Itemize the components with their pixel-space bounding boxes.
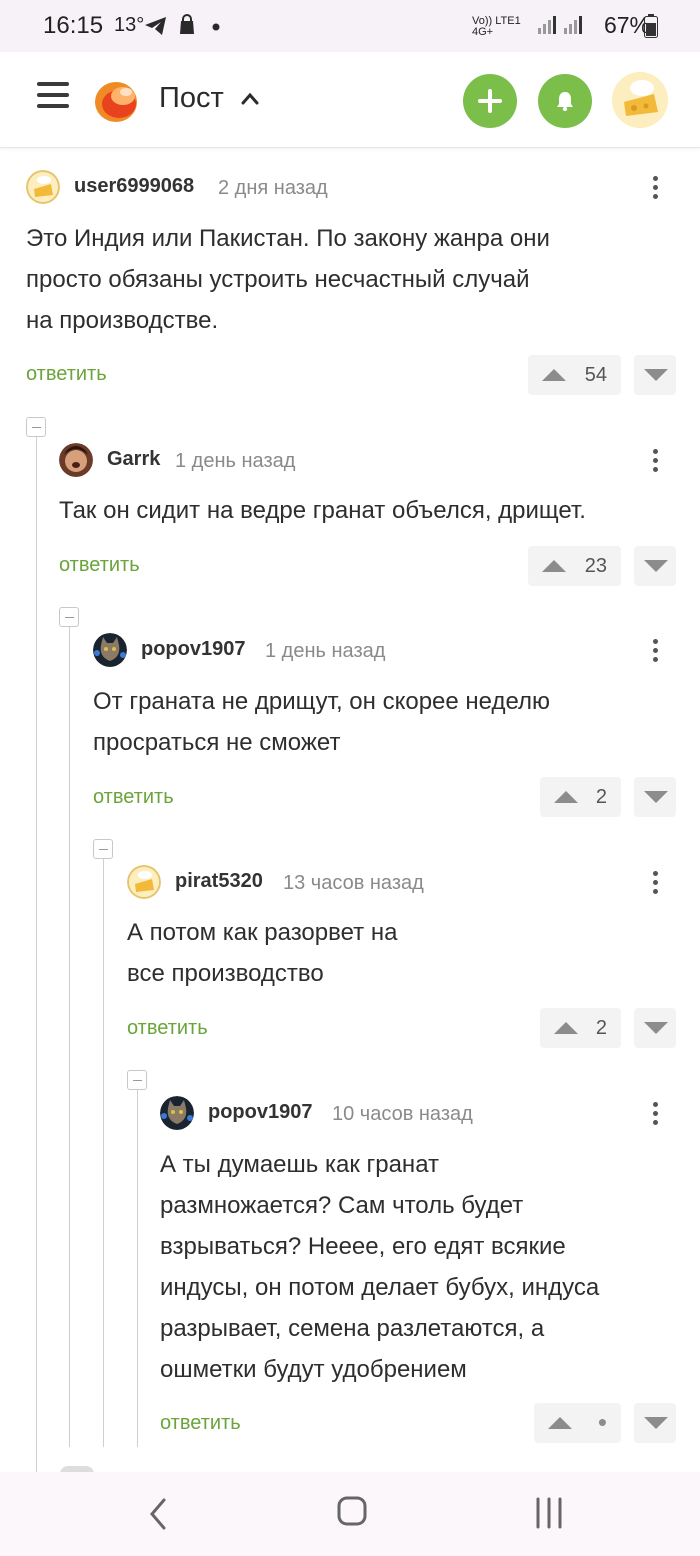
plus-icon (478, 89, 502, 113)
user-avatar[interactable] (612, 72, 668, 128)
thread-line (69, 627, 70, 1447)
status-bar: 16:15 13° Vo)) LTE1 4G+ 67% (0, 0, 700, 52)
arrow-up-icon (554, 1022, 578, 1034)
avatar[interactable] (127, 865, 161, 899)
comment-author[interactable]: pirat5320 (175, 870, 263, 893)
collapse-thread-button[interactable] (26, 417, 46, 437)
comment: popov1907 1 день назад От граната не дри… (93, 633, 678, 823)
notifications-button[interactable] (538, 74, 592, 128)
rating-count: 2 (595, 1017, 607, 1039)
downvote-button[interactable] (634, 1403, 676, 1443)
upvote-button[interactable]: 54 (528, 355, 621, 395)
comment: user6999068 2 дня назад Это Индия или Па… (26, 170, 678, 400)
menu-button[interactable] (37, 82, 69, 114)
comment-text: От граната не дрищут, он скорее неделю п… (93, 688, 551, 756)
collapse-thread-button[interactable] (127, 1070, 147, 1090)
recent-apps-icon[interactable] (534, 1496, 564, 1530)
avatar[interactable] (93, 633, 127, 667)
arrow-down-icon (644, 560, 668, 572)
arrow-down-icon (644, 369, 668, 381)
comment-text: А ты думаешь как гранат размножается? Са… (160, 1151, 600, 1383)
more-options-icon[interactable] (645, 636, 665, 666)
comment-time: 1 день назад (265, 640, 386, 662)
comment-author[interactable]: Garrk (107, 448, 160, 471)
collapse-thread-button[interactable] (93, 839, 113, 859)
rating-count: 54 (584, 364, 607, 386)
upvote-button[interactable]: 2 (540, 777, 621, 817)
status-time: 16:15 (43, 12, 104, 39)
comment-text: Так он сидит на ведре гранат объелся, др… (59, 497, 586, 524)
comment-time: 13 часов назад (283, 872, 424, 894)
app-header: Пост (0, 52, 700, 148)
notification-dot-icon (212, 23, 220, 31)
reply-link[interactable]: ответить (127, 1017, 208, 1040)
comment-text: А потом как разорвет на все производство (127, 919, 398, 987)
upvote-button[interactable]: 2 (540, 1008, 621, 1048)
rating-count: 23 (584, 555, 607, 577)
reply-link[interactable]: ответить (93, 786, 174, 809)
comment-author[interactable]: popov1907 (141, 638, 245, 661)
bell-icon (557, 92, 573, 112)
comment: Garrk 1 день назад Так он сидит на ведре… (59, 443, 678, 593)
comment-time: 2 дня назад (218, 177, 328, 199)
back-icon[interactable] (146, 1496, 168, 1532)
avatar[interactable] (59, 443, 93, 477)
arrow-down-icon (644, 1022, 668, 1034)
more-options-icon[interactable] (645, 1099, 665, 1129)
thread-line (36, 437, 37, 1472)
cheese-avatar-icon (612, 72, 668, 128)
cheese-avatar-icon (127, 865, 161, 899)
rating-hidden-dot: • (597, 1407, 607, 1437)
downvote-button[interactable] (634, 546, 676, 586)
comment-text: Это Индия или Пакистан. По закону жанра … (26, 225, 550, 334)
arrow-up-icon (542, 560, 566, 572)
reply-link[interactable]: ответить (160, 1412, 241, 1435)
downvote-button[interactable] (634, 355, 676, 395)
avatar[interactable] (160, 1096, 194, 1130)
comment-time: 1 день назад (175, 450, 296, 472)
system-nav-bar (0, 1472, 700, 1556)
upvote-button[interactable]: • (534, 1403, 621, 1443)
page-title[interactable]: Пост (159, 82, 224, 115)
pikabu-logo-icon[interactable] (92, 74, 144, 126)
comment-author[interactable]: popov1907 (208, 1101, 312, 1124)
downvote-button[interactable] (634, 1008, 676, 1048)
comment: pirat5320 13 часов назад А потом как раз… (127, 865, 678, 1055)
comment: popov1907 10 часов назад А ты думаешь ка… (160, 1096, 678, 1446)
comment-author[interactable]: user6999068 (74, 175, 194, 198)
reply-link[interactable]: ответить (59, 554, 140, 577)
face-avatar-icon (59, 443, 93, 477)
rating-count: 2 (595, 786, 607, 808)
home-icon[interactable] (337, 1496, 367, 1526)
cat-avatar-icon (160, 1096, 194, 1130)
more-options-icon[interactable] (645, 446, 665, 476)
collapse-thread-button[interactable] (59, 607, 79, 627)
cheese-avatar-icon (26, 170, 60, 204)
more-options-icon[interactable] (645, 173, 665, 203)
arrow-up-icon (554, 791, 578, 803)
signal-icon-2 (564, 16, 582, 34)
downvote-button[interactable] (634, 777, 676, 817)
arrow-down-icon (644, 1417, 668, 1429)
thread-line (103, 859, 104, 1447)
thread-line (137, 1090, 138, 1447)
shopping-bag-icon (180, 14, 194, 34)
cat-avatar-icon (93, 633, 127, 667)
more-options-icon[interactable] (645, 868, 665, 898)
avatar[interactable] (26, 170, 60, 204)
add-post-button[interactable] (463, 74, 517, 128)
telegram-icon (145, 17, 166, 35)
comment-time: 10 часов назад (332, 1103, 473, 1125)
network-indicator: Vo)) LTE1 4G+ (472, 15, 521, 38)
arrow-up-icon (548, 1417, 572, 1429)
status-temperature: 13° (114, 14, 145, 36)
upvote-button[interactable]: 23 (528, 546, 621, 586)
reply-link[interactable]: ответить (26, 363, 107, 386)
signal-icon (538, 16, 556, 34)
arrow-up-icon (542, 369, 566, 381)
chevron-up-icon[interactable] (241, 90, 259, 108)
battery-icon (644, 14, 658, 38)
arrow-down-icon (644, 791, 668, 803)
